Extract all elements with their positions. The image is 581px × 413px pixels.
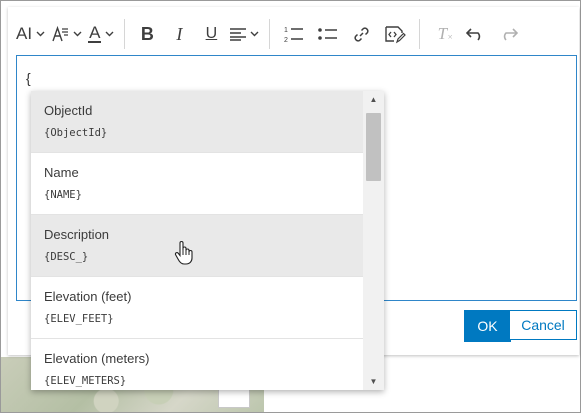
- field-suggestion-dropdown: ObjectId {ObjectId} Name {NAME} Descript…: [31, 91, 384, 390]
- numbered-list-icon: 1 2: [284, 27, 303, 43]
- toolbar-divider: [269, 19, 271, 49]
- font-family-icon: [52, 26, 69, 42]
- bold-button[interactable]: B: [134, 18, 160, 50]
- suggestion-label: Name: [44, 165, 79, 180]
- scrollbar-thumb[interactable]: [366, 113, 381, 181]
- suggestion-item-name[interactable]: Name {NAME}: [31, 153, 363, 215]
- suggestion-label: Description: [44, 227, 110, 242]
- align-left-icon: [230, 28, 247, 41]
- editor-content: {: [26, 70, 31, 86]
- scroll-down-arrow-icon[interactable]: ▼: [363, 373, 384, 390]
- hand-pointer-cursor-icon: [174, 241, 193, 265]
- insert-expression-button[interactable]: [381, 18, 409, 50]
- font-size-button[interactable]: AI: [16, 18, 45, 50]
- suggestion-list: ObjectId {ObjectId} Name {NAME} Descript…: [31, 91, 363, 390]
- suggestion-label: ObjectId: [44, 103, 93, 118]
- suggestion-item-elevation-feet[interactable]: Elevation (feet) {ELEV_FEET}: [31, 277, 363, 339]
- chevron-down-icon: [105, 31, 114, 37]
- align-button[interactable]: [230, 18, 259, 50]
- toolbar-divider: [124, 19, 126, 49]
- svg-text:2: 2: [284, 37, 288, 43]
- editor-toolbar: AI A B I U 1 2 T ×: [16, 14, 577, 54]
- redo-button[interactable]: [495, 18, 523, 50]
- suggestion-token: {ELEV_FEET}: [44, 313, 114, 325]
- bold-icon: B: [140, 23, 154, 44]
- font-family-button[interactable]: [51, 18, 82, 50]
- dropdown-scrollbar[interactable]: ▲ ▼: [363, 91, 384, 390]
- cancel-button[interactable]: Cancel: [509, 310, 577, 340]
- clear-format-icon: T ×: [437, 24, 453, 43]
- suggestion-token: {ObjectId}: [44, 127, 108, 139]
- font-size-icon: AI: [16, 24, 33, 43]
- suggestion-item-objectid[interactable]: ObjectId {ObjectId}: [31, 91, 363, 153]
- suggestion-token: {ELEV_METERS}: [44, 375, 127, 387]
- italic-icon: I: [176, 23, 183, 44]
- chevron-down-icon: [36, 31, 45, 37]
- link-button[interactable]: [347, 18, 375, 50]
- underline-icon: U: [205, 25, 218, 42]
- bulleted-list-button[interactable]: [313, 18, 341, 50]
- font-color-icon: A: [88, 23, 102, 43]
- suggestion-item-description[interactable]: Description {DESC_}: [31, 215, 363, 277]
- suggestion-label: Elevation (meters): [44, 351, 150, 366]
- scroll-up-arrow-icon[interactable]: ▲: [363, 91, 384, 108]
- suggestion-label: Elevation (feet): [44, 289, 132, 304]
- suggestion-token: {NAME}: [44, 189, 82, 201]
- underline-button[interactable]: U: [198, 18, 224, 50]
- suggestion-token: {DESC_}: [44, 251, 89, 263]
- clear-formatting-button[interactable]: T ×: [429, 18, 455, 50]
- undo-button[interactable]: [461, 18, 489, 50]
- bulleted-list-icon: [318, 28, 337, 40]
- suggestion-item-elevation-meters[interactable]: Elevation (meters) {ELEV_METERS}: [31, 339, 363, 390]
- svg-text:1: 1: [284, 27, 288, 34]
- numbered-list-button[interactable]: 1 2: [279, 18, 307, 50]
- link-icon: [354, 26, 369, 42]
- font-color-button[interactable]: A: [88, 18, 114, 50]
- chevron-down-icon: [73, 31, 82, 37]
- code-edit-icon: [385, 26, 407, 44]
- italic-button[interactable]: I: [166, 18, 192, 50]
- toolbar-divider: [419, 19, 421, 49]
- redo-icon: [504, 28, 519, 41]
- ok-button[interactable]: OK: [464, 310, 511, 342]
- undo-icon: [466, 28, 481, 41]
- chevron-down-icon: [250, 31, 259, 37]
